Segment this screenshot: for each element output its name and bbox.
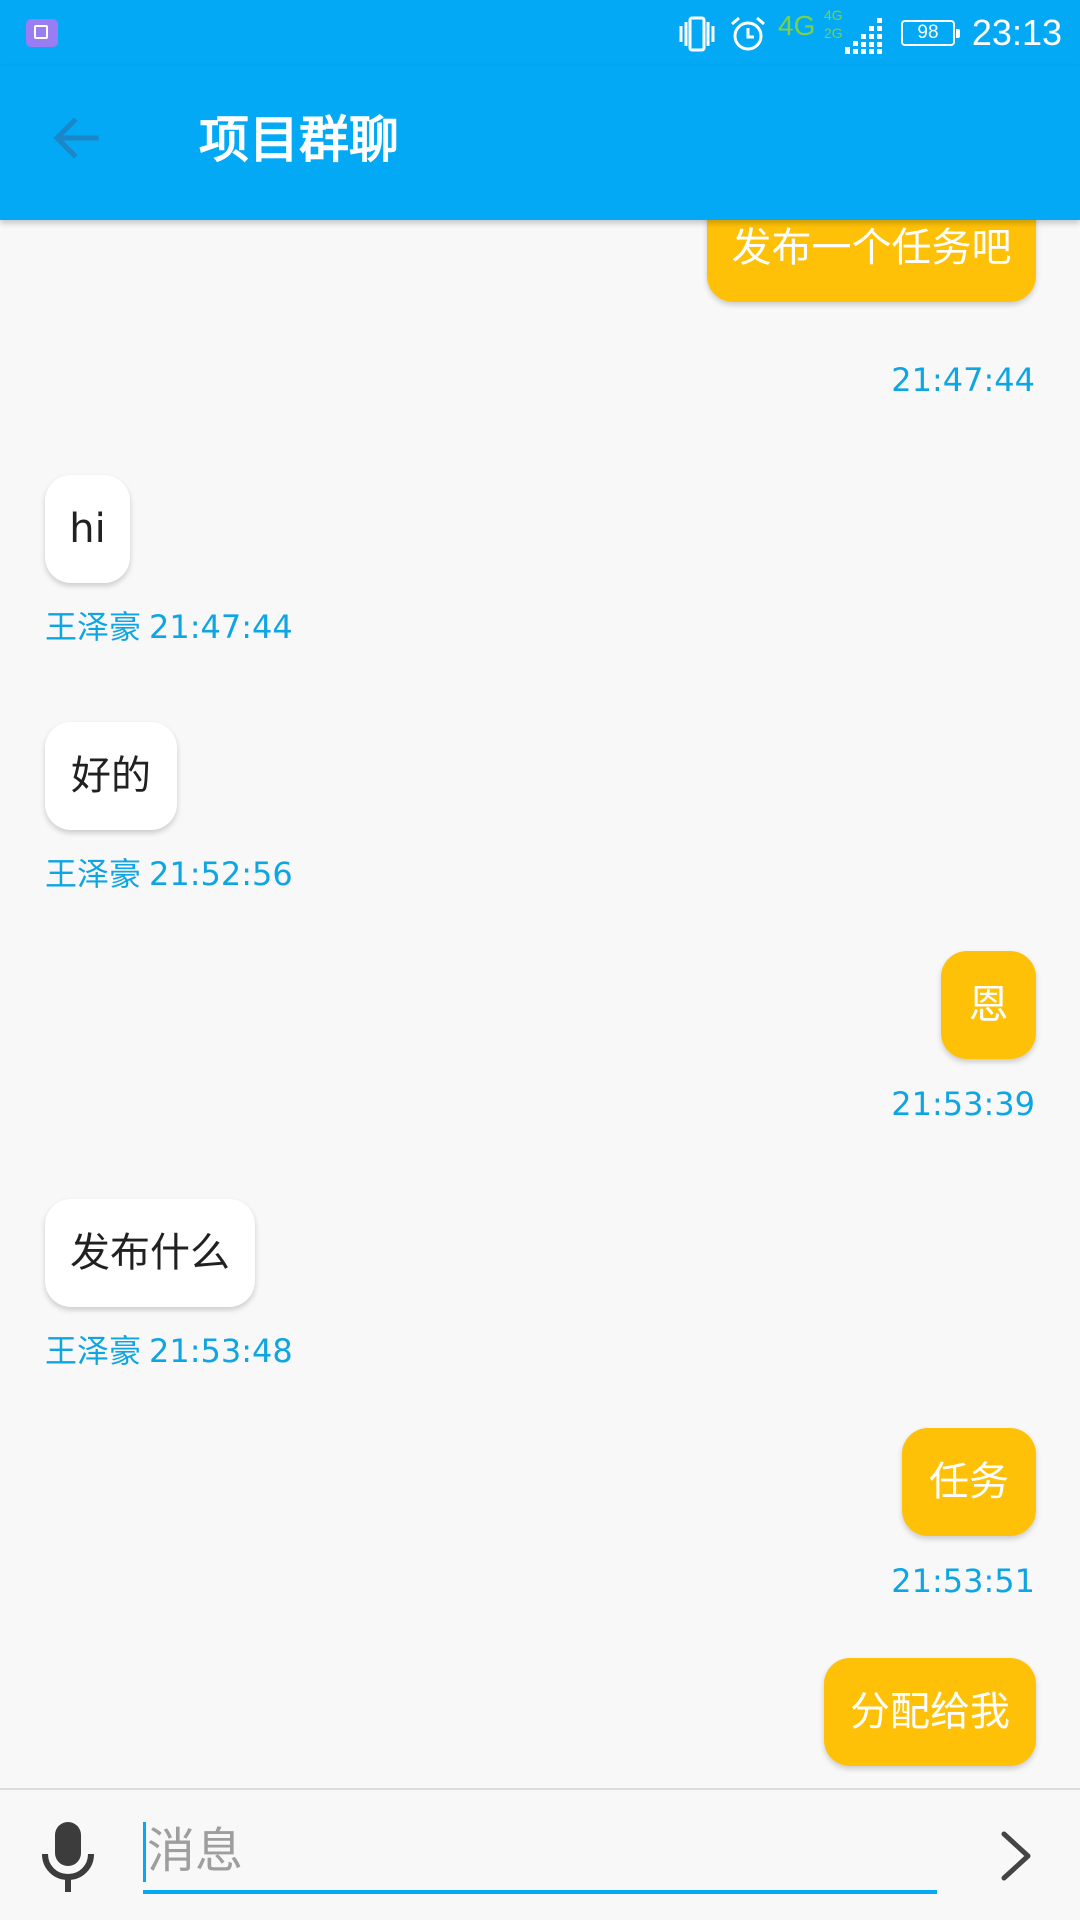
message-bubble-other[interactable]: 发布什么 xyxy=(45,1199,255,1307)
gallery-notification-icon xyxy=(26,19,58,47)
sender-name: 王泽豪 xyxy=(45,1332,142,1370)
back-button[interactable] xyxy=(36,106,116,170)
message-text: 分配给我 xyxy=(850,1689,1010,1735)
voice-input-button[interactable] xyxy=(38,1820,98,1896)
message-input[interactable] xyxy=(143,1812,941,1890)
message-meta: 王泽豪 21:47:44 xyxy=(45,607,293,647)
message-bubble-mine[interactable]: 任务 xyxy=(902,1428,1036,1536)
chevron-right-icon xyxy=(1001,1831,1031,1881)
vibrate-icon xyxy=(679,16,715,52)
message-text: 好的 xyxy=(71,753,151,799)
network-type-label: 4G xyxy=(778,10,816,41)
message-bubble-mine[interactable]: 恩 xyxy=(941,951,1036,1059)
arrow-left-icon xyxy=(53,117,99,159)
message-time: 21:47:44 xyxy=(891,361,1035,399)
message-text: 发布什么 xyxy=(70,1230,230,1276)
message-time: 21:53:51 xyxy=(891,1562,1035,1600)
message-meta: 王泽豪 21:53:48 xyxy=(45,1331,293,1371)
battery-level: 98 xyxy=(917,22,939,43)
message-time: 21:52:56 xyxy=(149,855,293,893)
message-text: hi xyxy=(69,506,106,552)
composer-bar xyxy=(0,1788,1080,1920)
signal-icon xyxy=(845,18,882,54)
alarm-icon xyxy=(731,16,765,51)
page-title: 项目群聊 xyxy=(199,111,399,169)
message-text: 发布一个任务吧 xyxy=(731,225,1012,271)
message-meta: 21:53:39 xyxy=(891,1084,1035,1124)
microphone-icon xyxy=(42,1822,94,1892)
message-bubble-other[interactable]: 好的 xyxy=(45,722,177,830)
status-bar: 4G 4G 2G 98 23:13 xyxy=(0,0,1080,66)
status-time: 23:13 xyxy=(971,12,1062,53)
chat-screen: 4G 4G 2G 98 23:13 项目群聊 发布一个任务吧 21:47:44 … xyxy=(0,0,1080,1920)
message-time: 21:53:39 xyxy=(891,1085,1035,1123)
app-bar: 项目群聊 xyxy=(0,66,1080,220)
message-bubble-other[interactable]: hi xyxy=(45,475,130,583)
send-button[interactable] xyxy=(990,1826,1042,1886)
message-time: 21:47:44 xyxy=(149,608,293,646)
message-list[interactable]: 发布一个任务吧 21:47:44 hi 王泽豪 21:47:44 好的 王泽豪 21… xyxy=(0,220,1080,1788)
message-meta: 21:47:44 xyxy=(891,360,1035,400)
message-time: 21:53:48 xyxy=(149,1332,293,1370)
message-meta: 王泽豪 21:52:56 xyxy=(45,854,293,894)
message-text: 恩 xyxy=(968,982,1009,1028)
message-text: 任务 xyxy=(929,1459,1009,1505)
battery-icon: 98 xyxy=(901,20,960,46)
message-bubble-mine[interactable]: 发布一个任务吧 xyxy=(707,220,1036,302)
message-input-container xyxy=(143,1812,941,1894)
sender-name: 王泽豪 xyxy=(45,608,142,646)
sender-name: 王泽豪 xyxy=(45,855,142,893)
message-bubble-mine[interactable]: 分配给我 xyxy=(824,1658,1036,1766)
message-meta: 21:53:51 xyxy=(891,1561,1035,1601)
